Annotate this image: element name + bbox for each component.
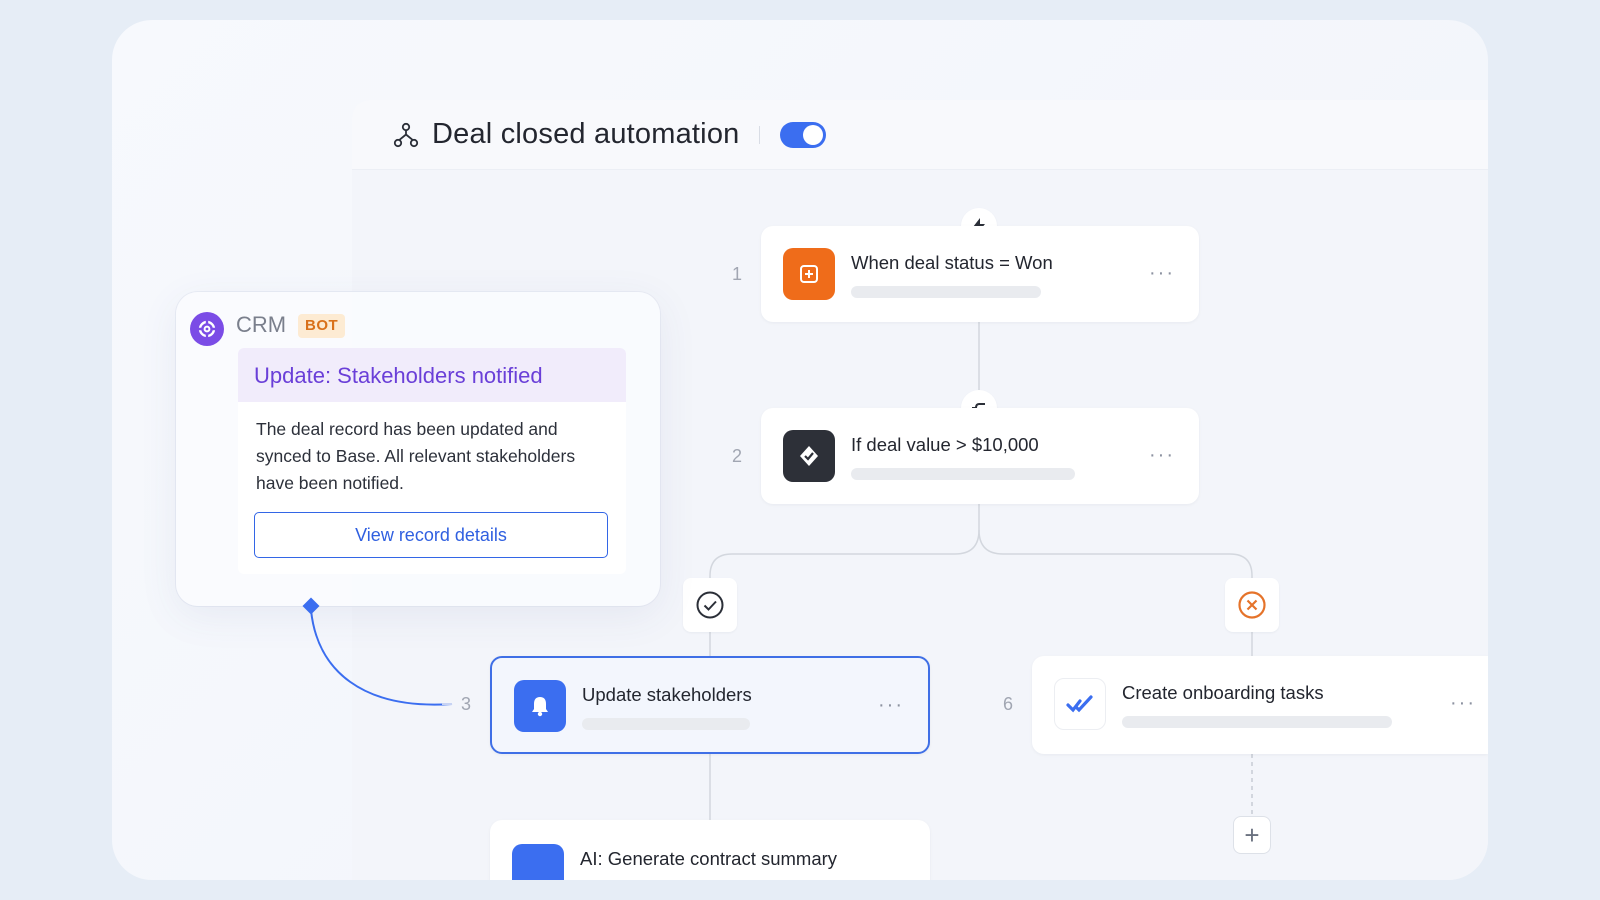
- crm-message: Update: Stakeholders notified The deal r…: [238, 348, 626, 574]
- view-record-button[interactable]: View record details: [254, 512, 608, 558]
- ai-icon: [512, 844, 564, 880]
- page-title: Deal closed automation: [432, 118, 740, 150]
- branch-yes-badge[interactable]: [683, 578, 737, 632]
- step-label: If deal value > $10,000: [851, 434, 1039, 455]
- app-frame: Deal closed automation 1 When deal statu…: [112, 20, 1488, 880]
- x-circle-icon: [1238, 591, 1266, 619]
- placeholder-bar: [851, 286, 1041, 298]
- double-check-icon: [1054, 678, 1106, 730]
- message-body: The deal record has been updated and syn…: [256, 419, 576, 493]
- crm-name: CRM: [236, 312, 287, 337]
- crm-logo-icon: [190, 312, 224, 346]
- step-notify-node[interactable]: Update stakeholders ···: [490, 656, 930, 754]
- step-label: AI: Generate contract summary: [580, 848, 838, 869]
- step-label: When deal status = Won: [851, 252, 1053, 273]
- more-options-icon[interactable]: ···: [1450, 692, 1476, 715]
- crm-bot-card: CRM BOT Update: Stakeholders notified Th…: [176, 292, 660, 606]
- step-onboarding-node[interactable]: Create onboarding tasks ···: [1032, 656, 1488, 754]
- placeholder-bar: [1122, 716, 1392, 728]
- placeholder-bar: [582, 718, 750, 730]
- step-condition-node[interactable]: If deal value > $10,000 ···: [761, 408, 1199, 504]
- add-step-button[interactable]: +: [1233, 816, 1271, 854]
- bot-badge: BOT: [298, 314, 346, 338]
- more-options-icon[interactable]: ···: [878, 694, 904, 717]
- step-number: 2: [732, 446, 743, 466]
- more-options-icon[interactable]: ···: [1149, 262, 1175, 285]
- check-circle-icon: [696, 591, 724, 619]
- step-ai-node[interactable]: AI: Generate contract summary: [490, 820, 930, 880]
- automation-toggle[interactable]: [780, 121, 827, 148]
- step-number: 3: [461, 694, 472, 714]
- toggle-knob: [803, 124, 824, 145]
- more-options-icon[interactable]: ···: [1149, 444, 1175, 467]
- step-label: Update stakeholders: [582, 684, 752, 705]
- check-badge-icon: [783, 430, 835, 482]
- step-number: 6: [1003, 694, 1014, 714]
- step-number: 1: [732, 264, 743, 284]
- bell-icon: [514, 680, 566, 732]
- plus-square-icon: [783, 248, 835, 300]
- placeholder-bar: [851, 468, 1075, 480]
- step-trigger-node[interactable]: When deal status = Won ···: [761, 226, 1199, 322]
- workflow-icon: [393, 122, 419, 147]
- branch-no-badge[interactable]: [1225, 578, 1279, 632]
- message-title: Update: Stakeholders notified: [238, 348, 626, 402]
- header-divider: [759, 125, 761, 144]
- workflow-header: Deal closed automation: [352, 100, 1488, 170]
- step-label: Create onboarding tasks: [1122, 682, 1324, 703]
